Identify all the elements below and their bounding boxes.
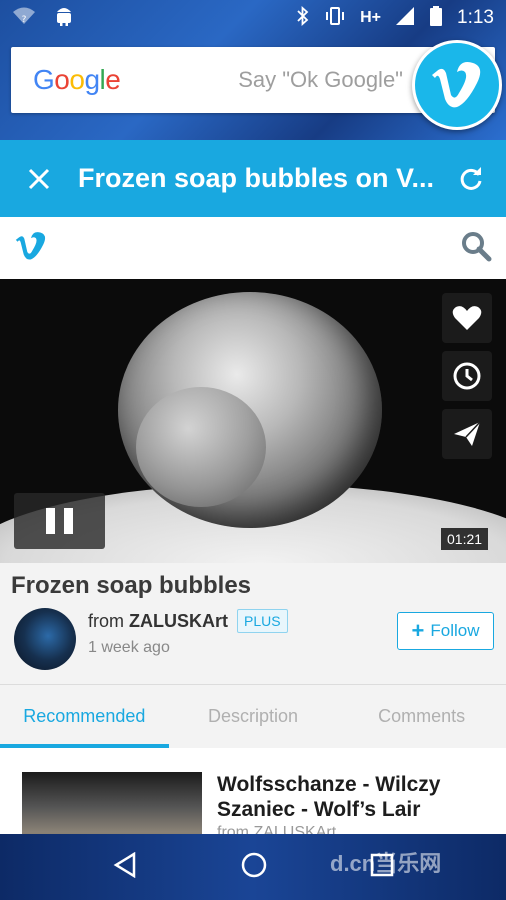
video-title: Frozen soap bubbles [11,572,252,599]
avatar[interactable] [14,608,76,670]
home-button[interactable] [241,852,267,883]
recommended-list: Wolfsschanze - Wilczy Szaniec - Wolf’s L… [0,748,506,834]
plus-badge: PLUS [237,609,288,633]
close-icon [28,168,50,189]
page-title: Frozen soap bubbles on V... [78,163,435,193]
video-info: Frozen soap bubbles from ZALUSKArt PLUS … [0,563,506,684]
status-bar: ? H+ 1:13 [0,0,506,36]
android-icon [54,5,74,32]
voice-search-hint: Say "Ok Google" [238,67,403,92]
app-toolbar: Frozen soap bubbles on V... [0,140,506,217]
uploader-line: from ZALUSKArt [88,611,228,632]
recommended-video-title[interactable]: Wolfsschanze - Wilczy Szaniec - Wolf’s L… [217,772,487,822]
video-frame-small-bubble [136,387,266,507]
search-button[interactable] [460,230,492,267]
from-label: from [88,611,124,631]
share-button[interactable] [442,409,492,459]
back-button[interactable] [112,851,138,883]
watch-later-button[interactable] [442,351,492,401]
watermark: d.cn当乐网 [330,851,442,876]
heart-icon [452,306,482,330]
signal-icon [395,6,415,31]
upload-time: 1 week ago [88,639,170,656]
tab-comments[interactable]: Comments [337,685,506,748]
vimeo-floating-button[interactable] [412,40,502,130]
video-duration: 01:21 [441,528,489,550]
vimeo-logo-icon[interactable] [14,231,48,266]
like-button[interactable] [442,293,492,343]
home-circle-icon [241,852,267,877]
pause-button[interactable] [14,493,105,549]
paper-plane-icon [454,421,481,446]
clock: 1:13 [457,7,494,28]
pause-icon-bar [64,508,73,534]
battery-icon [429,5,443,32]
uploader-name[interactable]: ZALUSKArt [129,611,228,631]
recommended-video-uploader: from ZALUSKArt [217,824,337,834]
video-player[interactable]: 01:21 [0,279,506,563]
pause-icon-bar [46,508,55,534]
wifi-unknown-icon: ? [12,6,36,31]
vimeo-logo-icon [432,62,481,108]
bluetooth-icon [296,5,310,31]
video-thumbnail[interactable] [22,772,202,834]
close-button[interactable] [0,168,78,190]
vimeo-nav-bar [0,217,506,279]
google-logo: Google [33,64,121,95]
follow-button[interactable]: + Follow [397,612,494,650]
search-icon [462,231,492,261]
follow-label: Follow [430,621,480,640]
refresh-icon [460,166,482,190]
back-triangle-icon [113,851,135,878]
plus-icon: + [411,618,425,643]
tab-recommended[interactable]: Recommended [0,685,169,748]
tab-description[interactable]: Description [169,685,338,748]
reload-button[interactable] [436,166,506,192]
network-type: H+ [360,9,382,26]
clock-icon [453,362,481,390]
vibrate-icon [324,6,346,31]
tab-bar: Recommended Description Comments [0,684,506,748]
svg-text:?: ? [22,15,27,25]
